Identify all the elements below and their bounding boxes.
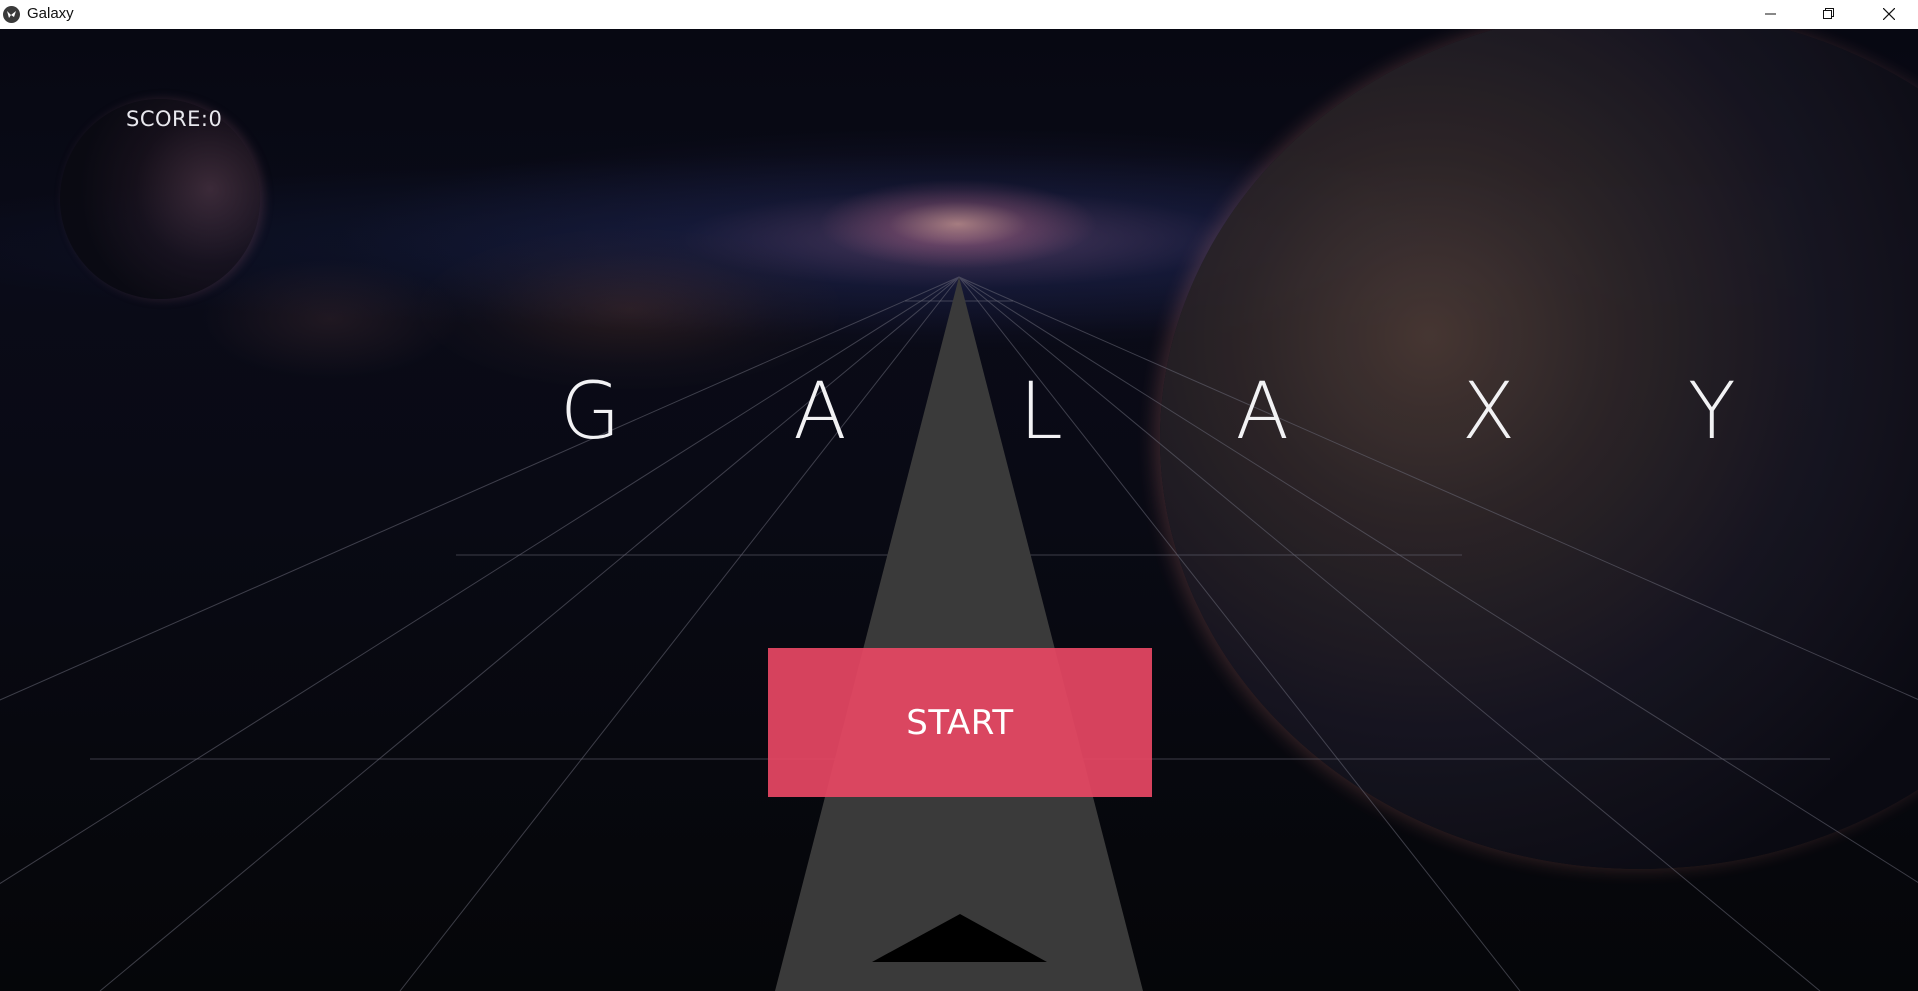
title-bar[interactable]: Galaxy	[0, 0, 1918, 29]
minimize-button[interactable]	[1742, 0, 1800, 29]
ship	[872, 914, 1047, 962]
app-window: Galaxy SCORE:0 G A L A X Y START	[0, 0, 1918, 991]
minimize-icon	[1765, 13, 1776, 15]
game-canvas[interactable]: SCORE:0 G A L A X Y START	[0, 29, 1918, 991]
kivy-app-icon	[3, 6, 20, 23]
close-icon	[1883, 8, 1895, 20]
close-button[interactable]	[1860, 0, 1918, 29]
restore-button[interactable]	[1800, 0, 1858, 29]
ship-layer	[872, 914, 1047, 962]
restore-icon	[1823, 8, 1834, 19]
window-title: Galaxy	[27, 5, 74, 22]
